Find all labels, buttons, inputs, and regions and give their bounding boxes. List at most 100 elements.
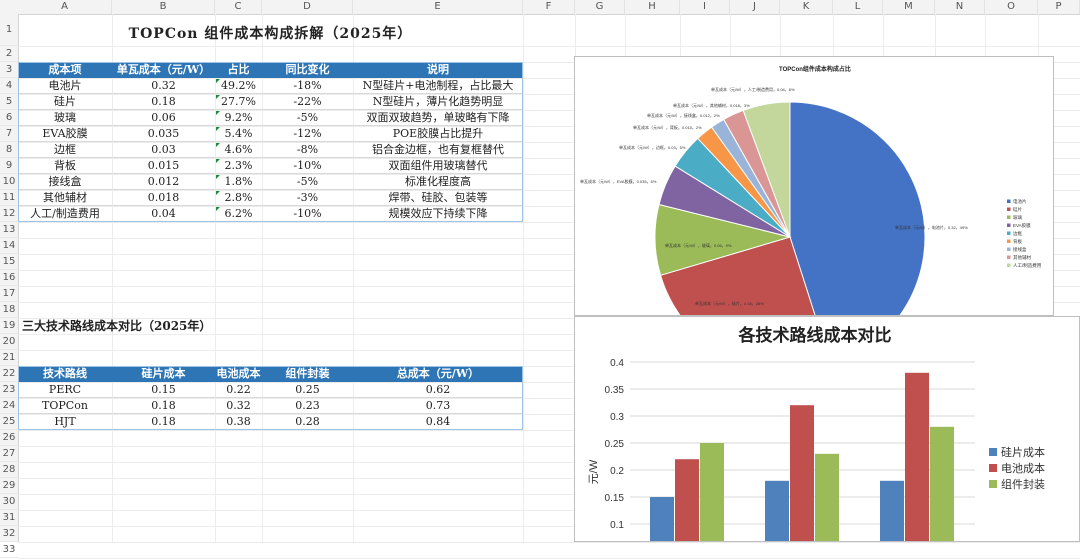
route-cell[interactable]: 0.38: [215, 414, 262, 430]
route-cell[interactable]: 0.84: [353, 414, 523, 430]
route-cell[interactable]: 0.62: [353, 382, 523, 398]
cost-cell[interactable]: 0.04: [112, 206, 215, 222]
cost-cell[interactable]: -10%: [262, 206, 353, 222]
column-header-l[interactable]: L: [833, 0, 883, 14]
cost-cell[interactable]: EVA胶膜: [18, 126, 112, 142]
row-header-5[interactable]: 5: [0, 94, 18, 110]
cost-cell[interactable]: 背板: [18, 158, 112, 174]
row-header-19[interactable]: 19: [0, 318, 18, 334]
cost-cell[interactable]: 0.32: [112, 78, 215, 94]
row-header-3[interactable]: 3: [0, 62, 18, 78]
row-header-20[interactable]: 20: [0, 334, 18, 350]
route-cell[interactable]: 0.73: [353, 398, 523, 414]
route-cell[interactable]: 0.28: [262, 414, 353, 430]
column-header-e[interactable]: E: [353, 0, 523, 14]
route-cell[interactable]: 0.15: [112, 382, 215, 398]
row-header-33[interactable]: 33: [0, 542, 18, 558]
row-header-32[interactable]: 32: [0, 526, 18, 542]
cost-cell[interactable]: -5%: [262, 174, 353, 190]
bar-hjt-3[interactable]: [930, 426, 954, 547]
cost-cell[interactable]: POE胶膜占比提升: [353, 126, 523, 142]
bar-hjt-1[interactable]: [880, 480, 904, 547]
error-indicator-icon[interactable]: [216, 143, 220, 147]
row-header-16[interactable]: 16: [0, 270, 18, 286]
row-header-13[interactable]: 13: [0, 222, 18, 238]
cost-cell[interactable]: 0.018: [112, 190, 215, 206]
bar-perc-2[interactable]: [675, 459, 699, 547]
cost-cell[interactable]: 人工/制造费用: [18, 206, 112, 222]
row-header-1[interactable]: 1: [0, 14, 18, 46]
cost-cell[interactable]: 49.2%: [215, 78, 262, 94]
column-header-g[interactable]: G: [575, 0, 625, 14]
error-indicator-icon[interactable]: [216, 79, 220, 83]
row-header-8[interactable]: 8: [0, 142, 18, 158]
row-header-4[interactable]: 4: [0, 78, 18, 94]
cost-cell[interactable]: 双面组件用玻璃替代: [353, 158, 523, 174]
error-indicator-icon[interactable]: [216, 191, 220, 195]
cost-cell[interactable]: 0.06: [112, 110, 215, 126]
column-header-a[interactable]: A: [18, 0, 112, 14]
column-header-k[interactable]: K: [780, 0, 833, 14]
cost-cell[interactable]: 其他辅材: [18, 190, 112, 206]
cost-cell[interactable]: 规模效应下持续下降: [353, 206, 523, 222]
cost-cell[interactable]: 9.2%: [215, 110, 262, 126]
column-header-m[interactable]: M: [883, 0, 935, 14]
row-header-12[interactable]: 12: [0, 206, 18, 222]
cost-cell[interactable]: 边框: [18, 142, 112, 158]
row-header-6[interactable]: 6: [0, 110, 18, 126]
row-header-28[interactable]: 28: [0, 462, 18, 478]
column-header-p[interactable]: P: [1038, 0, 1080, 14]
row-header-18[interactable]: 18: [0, 302, 18, 318]
cost-cell[interactable]: 6.2%: [215, 206, 262, 222]
route-cell[interactable]: 0.23: [262, 398, 353, 414]
cost-cell[interactable]: 0.015: [112, 158, 215, 174]
row-header-15[interactable]: 15: [0, 254, 18, 270]
column-header-j[interactable]: J: [730, 0, 780, 14]
route-cell[interactable]: TOPCon: [18, 398, 112, 414]
row-header-26[interactable]: 26: [0, 430, 18, 446]
cost-cell[interactable]: 27.7%: [215, 94, 262, 110]
row-header-25[interactable]: 25: [0, 414, 18, 430]
row-header-21[interactable]: 21: [0, 350, 18, 366]
column-header-h[interactable]: H: [625, 0, 680, 14]
bar-perc-1[interactable]: [650, 497, 674, 547]
column-header-o[interactable]: O: [985, 0, 1038, 14]
bar-chart[interactable]: 各技术路线成本对比 0.1 0.15 0.2 0.25 0.3 0.35 0.4 元/W 硅片成本…: [574, 316, 1080, 547]
cost-cell[interactable]: 焊带、硅胶、包装等: [353, 190, 523, 206]
bar-hjt-2[interactable]: [905, 372, 929, 547]
cost-cell[interactable]: 双面双玻趋势，单玻略有下降: [353, 110, 523, 126]
column-header-b[interactable]: B: [112, 0, 215, 14]
row-header-11[interactable]: 11: [0, 190, 18, 206]
row-header-23[interactable]: 23: [0, 382, 18, 398]
bar-perc-3[interactable]: [700, 443, 724, 547]
bar-topcon-1[interactable]: [765, 480, 789, 547]
cost-cell[interactable]: N型硅片，薄片化趋势明显: [353, 94, 523, 110]
bar-topcon-3[interactable]: [815, 453, 839, 547]
cost-cell[interactable]: -10%: [262, 158, 353, 174]
cost-cell[interactable]: 5.4%: [215, 126, 262, 142]
error-indicator-icon[interactable]: [216, 175, 220, 179]
cost-cell[interactable]: 0.03: [112, 142, 215, 158]
route-cell[interactable]: PERC: [18, 382, 112, 398]
row-header-27[interactable]: 27: [0, 446, 18, 462]
cost-cell[interactable]: -22%: [262, 94, 353, 110]
cost-cell[interactable]: 硅片: [18, 94, 112, 110]
cost-cell[interactable]: -18%: [262, 78, 353, 94]
cost-cell[interactable]: 玻璃: [18, 110, 112, 126]
pie-chart[interactable]: TOPCon组件成本构成占比 单瓦成本（元/W），电池片，0.32，49% 单瓦成本…: [574, 56, 1054, 373]
route-cell[interactable]: 0.25: [262, 382, 353, 398]
cost-cell[interactable]: 接线盒: [18, 174, 112, 190]
row-header-24[interactable]: 24: [0, 398, 18, 414]
cost-cell[interactable]: 0.035: [112, 126, 215, 142]
cost-cell[interactable]: 2.8%: [215, 190, 262, 206]
row-header-31[interactable]: 31: [0, 510, 18, 526]
column-header-n[interactable]: N: [935, 0, 985, 14]
row-header-9[interactable]: 9: [0, 158, 18, 174]
cost-cell[interactable]: 0.012: [112, 174, 215, 190]
route-cell[interactable]: 0.18: [112, 414, 215, 430]
bar-topcon-2[interactable]: [790, 405, 814, 547]
row-header-17[interactable]: 17: [0, 286, 18, 302]
route-cell[interactable]: 0.32: [215, 398, 262, 414]
error-indicator-icon[interactable]: [216, 127, 220, 131]
error-indicator-icon[interactable]: [216, 95, 220, 99]
